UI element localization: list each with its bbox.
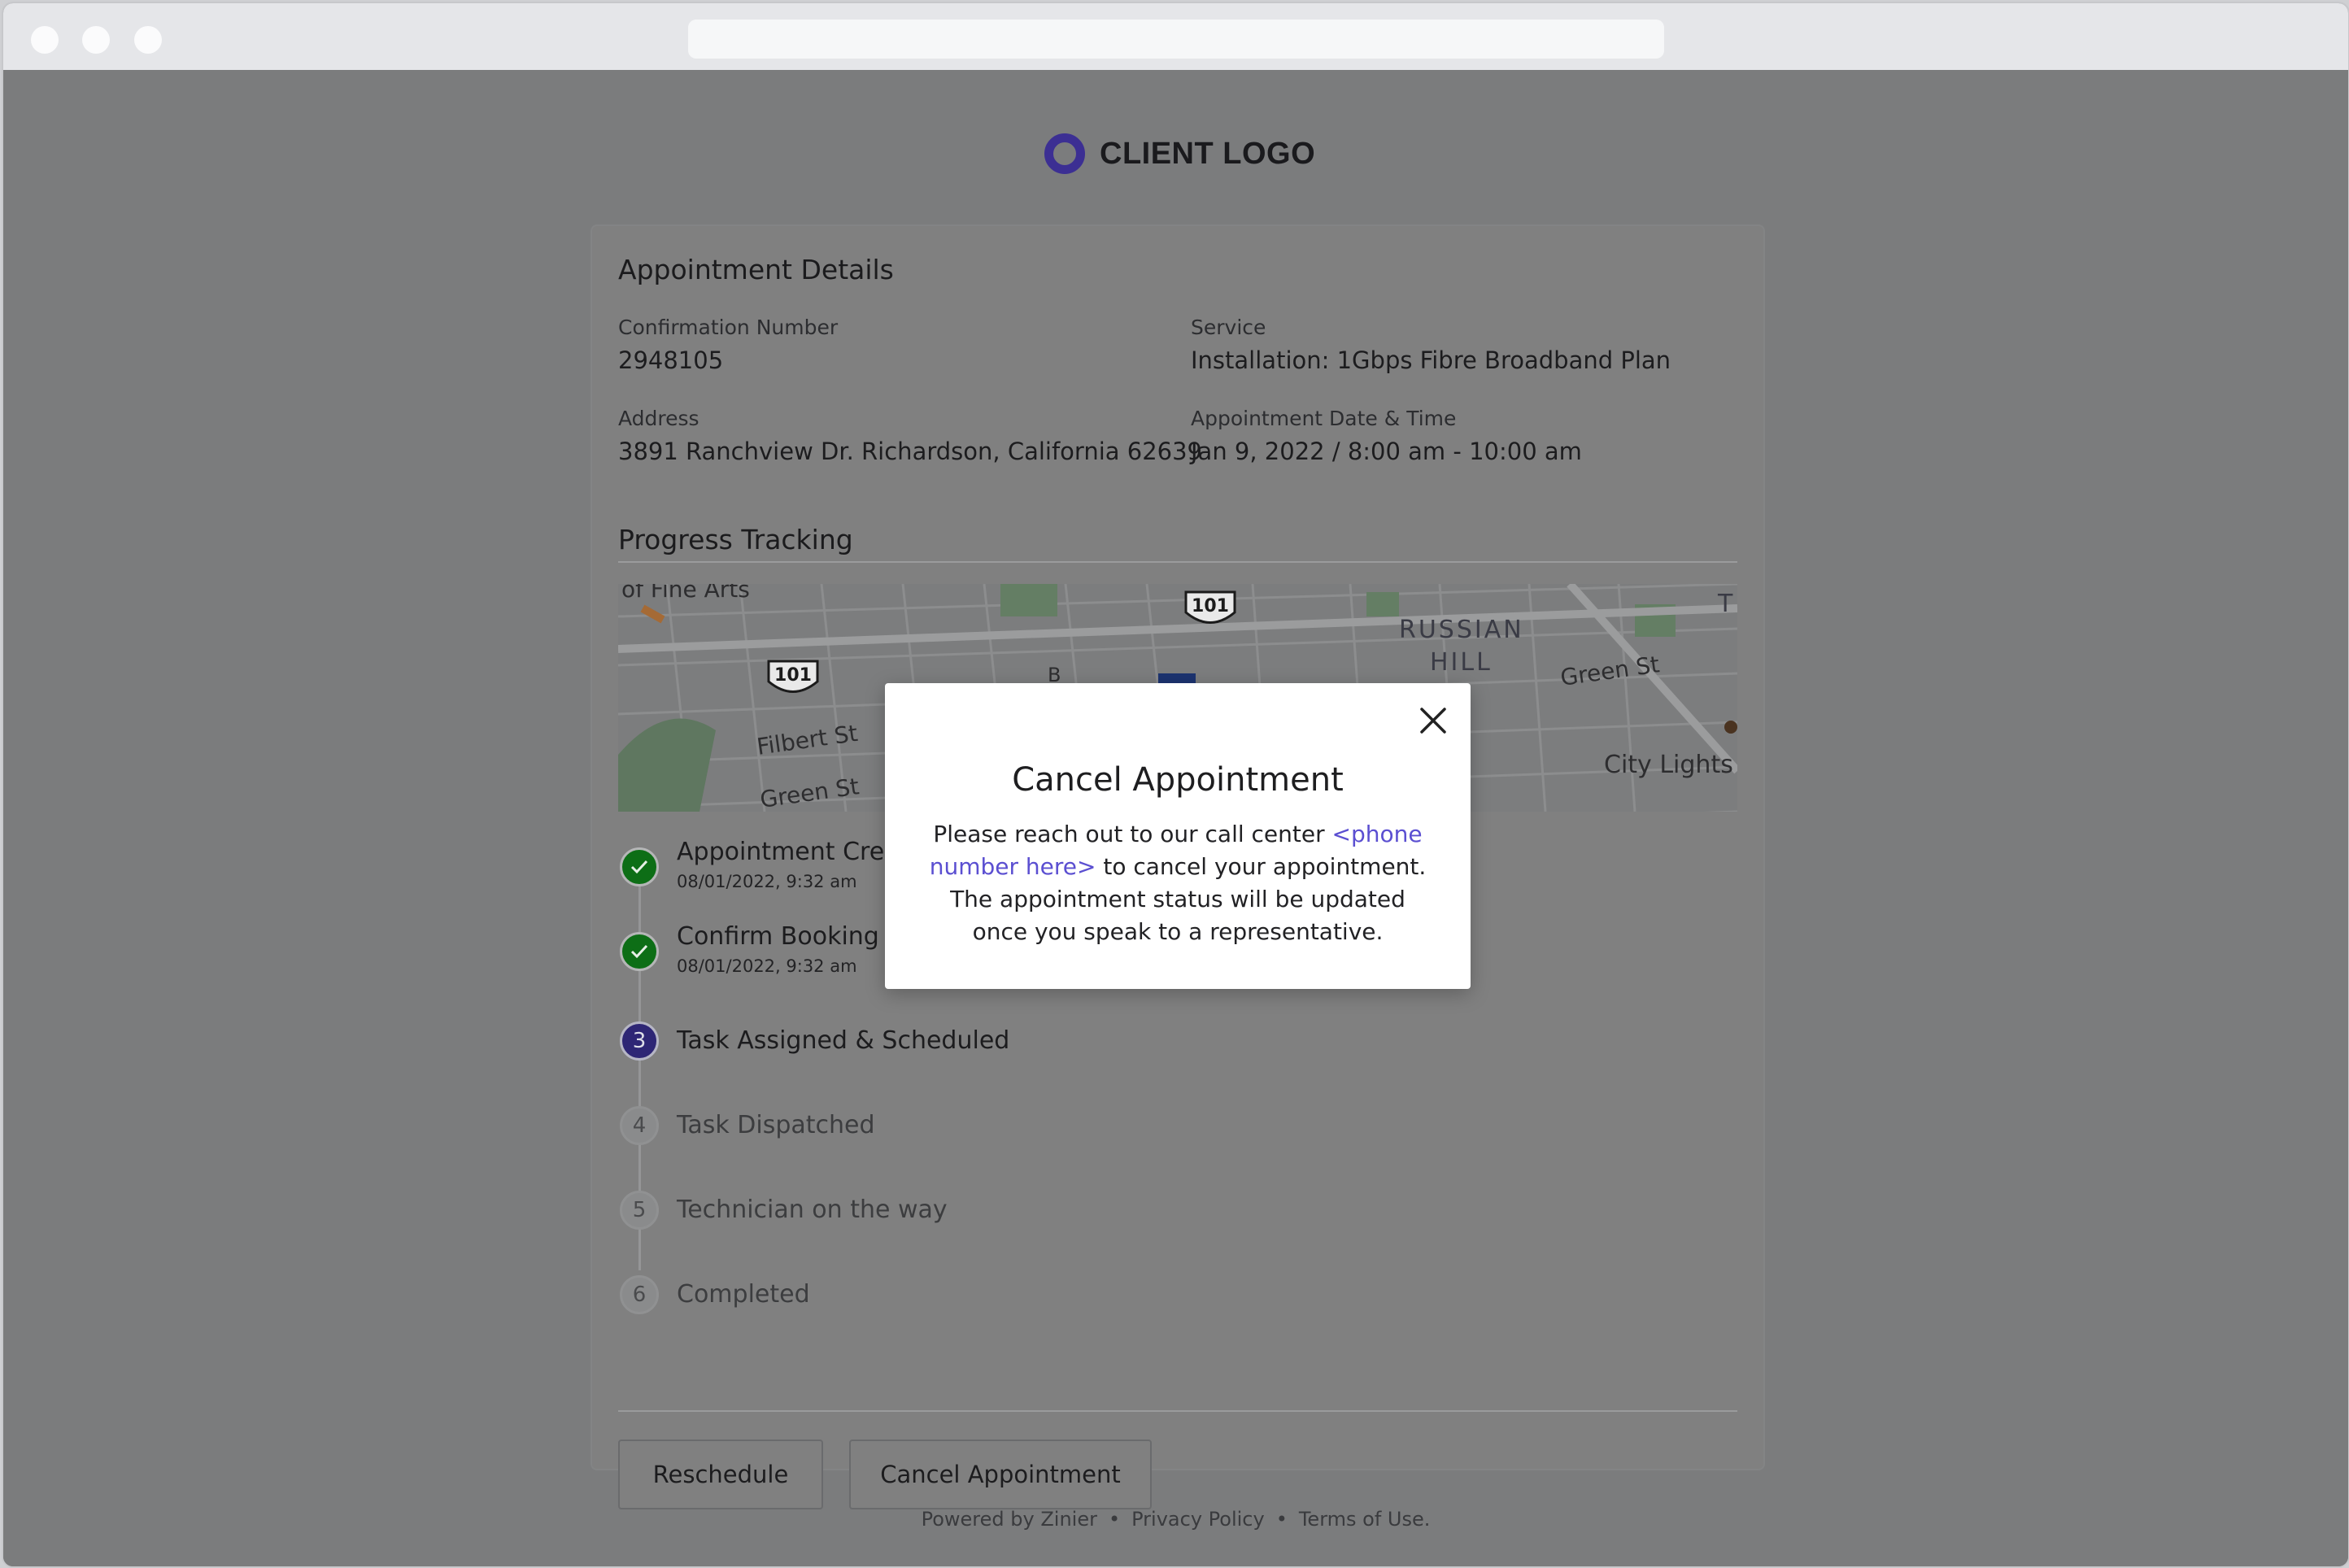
close-icon[interactable]: [1417, 704, 1449, 737]
map-label-russian: RUSSIAN: [1399, 616, 1524, 644]
privacy-policy-link[interactable]: Privacy Policy: [1131, 1508, 1265, 1531]
window-minimize-dot[interactable]: [82, 26, 110, 54]
terms-of-use-link[interactable]: Terms of Use.: [1299, 1508, 1431, 1531]
step-time: 08/01/2022, 9:32 am: [677, 872, 857, 891]
powered-by-text: Powered by Zinier: [921, 1508, 1097, 1531]
checkmark-icon: [620, 847, 659, 886]
cancel-appointment-button[interactable]: Cancel Appointment: [849, 1440, 1152, 1509]
step-title: Confirm Booking: [677, 922, 879, 951]
datetime-label: Appointment Date & Time: [1191, 407, 1457, 430]
map-label-t: T: [1717, 590, 1733, 618]
footer-separator: •: [1108, 1508, 1121, 1531]
browser-titlebar: [3, 3, 2348, 70]
datetime-value: Jan 9, 2022 / 8:00 am - 10:00 am: [1191, 438, 1582, 465]
service-label: Service: [1191, 316, 1266, 339]
reschedule-button[interactable]: Reschedule: [618, 1440, 823, 1509]
window-close-dot[interactable]: [31, 26, 59, 54]
address-label: Address: [618, 407, 699, 430]
details-divider: [618, 561, 1737, 563]
logo-ring-icon: [1044, 133, 1085, 174]
cancel-appointment-modal: Cancel Appointment Please reach out to o…: [885, 683, 1471, 989]
appointment-details-title: Appointment Details: [618, 254, 894, 285]
service-value: Installation: 1Gbps Fibre Broadband Plan: [1191, 346, 1671, 374]
step-title: Technician on the way: [677, 1196, 948, 1224]
step-time: 08/01/2022, 9:32 am: [677, 956, 857, 976]
client-logo: CLIENT LOGO: [1044, 133, 1315, 174]
modal-text-before: Please reach out to our call center: [933, 821, 1332, 847]
page-viewport: CLIENT LOGO Appointment Details Confirma…: [3, 70, 2348, 1566]
checkmark-icon: [620, 932, 659, 971]
confirmation-value: 2948105: [618, 346, 724, 374]
progress-tracking-title: Progress Tracking: [618, 524, 853, 555]
actions-divider: [618, 1410, 1737, 1412]
modal-message: Please reach out to our call center <pho…: [926, 818, 1430, 948]
step-title: Task Dispatched: [677, 1111, 875, 1139]
map-label-city-lights: City Lights B: [1604, 751, 1737, 779]
address-bar[interactable]: [688, 20, 1664, 59]
window-maximize-dot[interactable]: [134, 26, 162, 54]
footer-separator: •: [1275, 1508, 1288, 1531]
confirmation-label: Confirmation Number: [618, 316, 839, 339]
map-label-hill: HILL: [1430, 648, 1493, 677]
step-number-badge: 4: [620, 1106, 659, 1145]
logo-text: CLIENT LOGO: [1100, 136, 1316, 171]
map-poi-icon[interactable]: [1724, 721, 1737, 734]
step-number-badge: 5: [620, 1191, 659, 1230]
page-footer: Powered by Zinier • Privacy Policy • Terms o…: [3, 1508, 2348, 1531]
map-label-hwy-a: 101: [774, 665, 812, 686]
step-title: Task Assigned & Scheduled: [677, 1026, 1010, 1055]
highway-101-shield-b: 101: [1184, 590, 1236, 624]
modal-title: Cancel Appointment: [1012, 761, 1344, 799]
step-title: Completed: [677, 1280, 810, 1309]
step-number-badge: 3: [620, 1021, 659, 1061]
highway-101-shield-a: 101: [767, 660, 819, 693]
browser-window: CLIENT LOGO Appointment Details Confirma…: [2, 2, 2349, 1568]
step-number-badge: 6: [620, 1275, 659, 1314]
map-label-hwy-b: 101: [1192, 596, 1229, 616]
map-label-fine-arts: of Fine Arts: [621, 584, 750, 603]
address-value: 3891 Ranchview Dr. Richardson, Californi…: [618, 438, 1203, 465]
